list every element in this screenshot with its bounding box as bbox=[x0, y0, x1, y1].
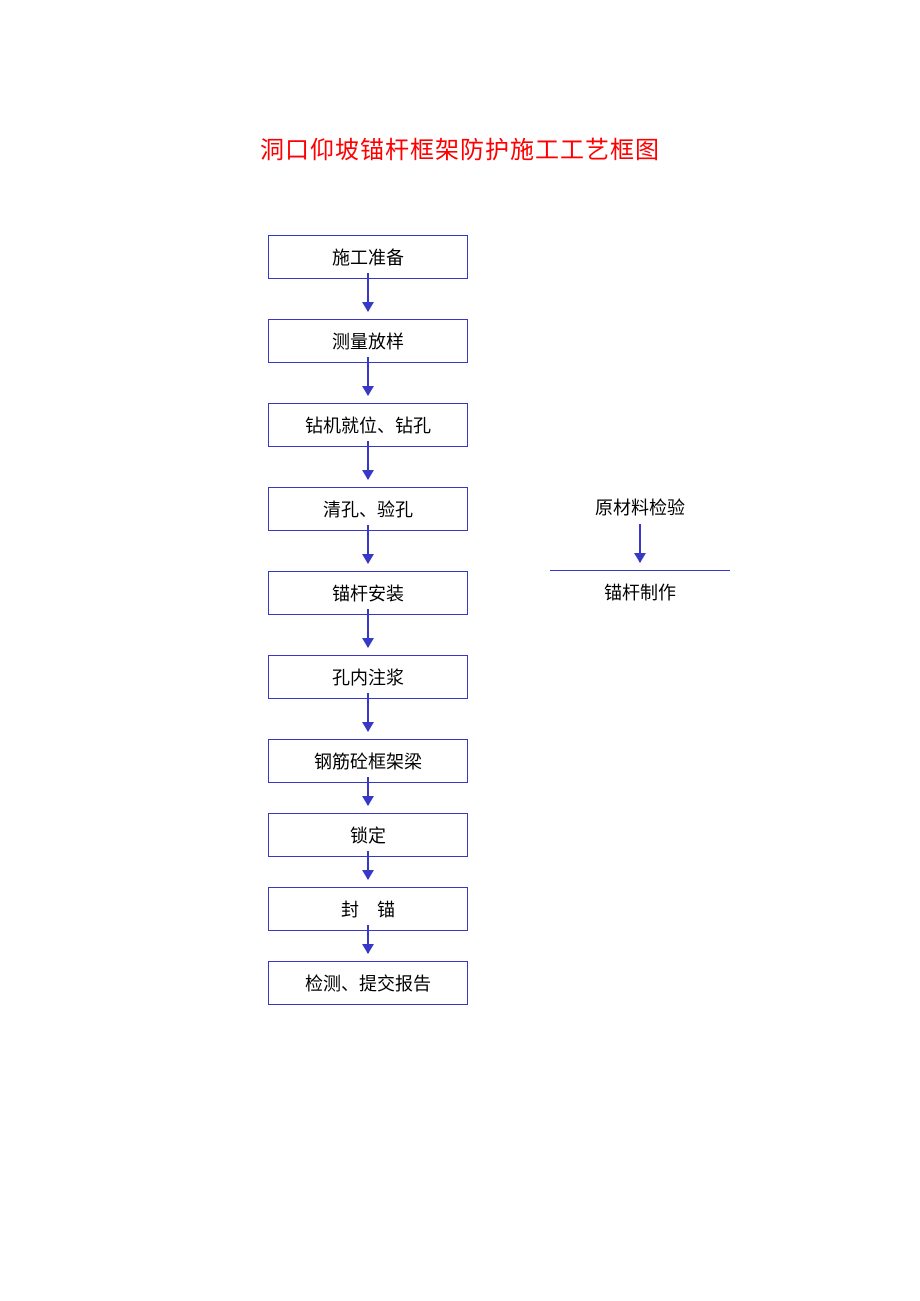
step-label: 锁定 bbox=[350, 826, 386, 846]
step-label: 检测、提交报告 bbox=[305, 974, 431, 994]
diagram-title: 洞口仰坡锚杆框架防护施工工艺框图 bbox=[0, 130, 920, 165]
step-label: 钢筋砼框架梁 bbox=[314, 752, 422, 772]
step-label: 测量放样 bbox=[332, 332, 404, 352]
step-box-10: 检测、提交报告 bbox=[268, 961, 468, 1005]
step-label: 原材料检验 bbox=[595, 498, 685, 518]
step-label: 封 锚 bbox=[341, 900, 395, 920]
side-step-box-2: 锚杆制作 bbox=[550, 570, 730, 613]
step-label: 施工准备 bbox=[332, 248, 404, 268]
step-label: 孔内注浆 bbox=[332, 668, 404, 688]
step-label: 锚杆安装 bbox=[332, 584, 404, 604]
side-step-box-1: 原材料检验 bbox=[550, 486, 730, 528]
step-label: 锚杆制作 bbox=[604, 583, 676, 603]
step-label: 清孔、验孔 bbox=[323, 500, 413, 520]
step-label: 钻机就位、钻孔 bbox=[305, 416, 431, 436]
